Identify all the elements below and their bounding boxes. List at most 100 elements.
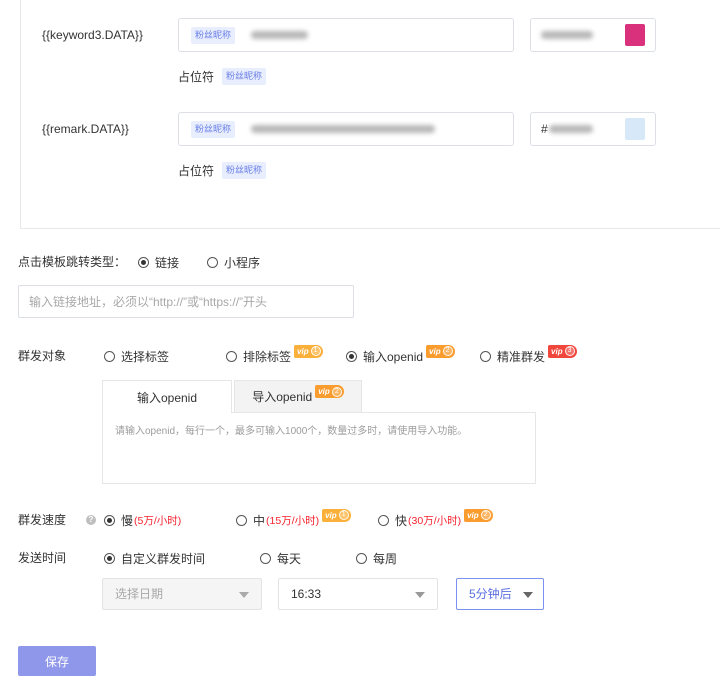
- radio-label: 每周: [373, 551, 398, 566]
- blurred-text: [251, 125, 436, 133]
- radio-speed-slow[interactable]: 慢 (5万/小时): [104, 512, 181, 528]
- fan-nickname-tag[interactable]: 粉丝昵称: [191, 26, 236, 44]
- radio-custom-time[interactable]: 自定义群发时间: [104, 550, 205, 566]
- radio-dot[interactable]: [378, 514, 389, 526]
- caret-down-icon: [239, 592, 249, 598]
- tab-label: 导入openid: [252, 390, 313, 404]
- vip-badge: vip 3: [548, 344, 577, 358]
- vip-badge: vip 1: [294, 344, 323, 358]
- radio-label: 小程序: [224, 255, 261, 270]
- date-select[interactable]: 选择日期: [102, 578, 262, 610]
- blurred-text: [548, 125, 593, 133]
- color-swatch[interactable]: [625, 24, 645, 46]
- radio-label: 中: [253, 513, 266, 528]
- jump-type-label: 点击模板跳转类型：: [18, 255, 127, 269]
- radio-dot[interactable]: [104, 514, 115, 526]
- link-url-input[interactable]: [18, 285, 354, 318]
- radio-exclude-tags[interactable]: 排除标签 vip 1: [226, 344, 323, 364]
- vip-badge-label: vip: [551, 346, 563, 356]
- color-swatch[interactable]: [625, 118, 645, 140]
- radio-label: 精准群发: [497, 349, 546, 364]
- radio-label: 排除标签: [243, 349, 292, 364]
- vip-badge-label: vip: [429, 346, 441, 356]
- radio-dot[interactable]: [104, 552, 115, 564]
- radio-dot[interactable]: [480, 350, 491, 362]
- radio-dot[interactable]: [236, 514, 247, 526]
- radio-label: 链接: [155, 255, 180, 270]
- placeholder-row: 占位符 粉丝昵称: [178, 68, 267, 85]
- radio-speed-medium[interactable]: 中 (15万/小时) vip 1: [236, 508, 351, 528]
- placeholder-tag-fan-nickname[interactable]: 粉丝昵称: [222, 162, 267, 179]
- time-select[interactable]: 16:33: [278, 578, 438, 610]
- template-field-remark: {{remark.DATA}} 粉丝昵称 # 占位符 粉丝昵称: [21, 112, 720, 184]
- vip-badge-label: vip: [325, 510, 337, 520]
- tab-import-openid[interactable]: 导入openid vip 2: [234, 380, 362, 412]
- radio-label: 选择标签: [121, 349, 170, 364]
- radio-label: 自定义群发时间: [121, 551, 206, 566]
- vip-badge-level: 1: [338, 510, 349, 520]
- radio-label: 快: [395, 513, 408, 528]
- delay-select[interactable]: 5分钟后: [456, 578, 544, 610]
- radio-dot[interactable]: [346, 350, 357, 362]
- radio-input-openid[interactable]: 输入openid vip 2: [346, 344, 455, 364]
- placeholder-label: 占位符: [178, 70, 215, 84]
- radio-dot[interactable]: [356, 552, 367, 564]
- placeholder-label: 占位符: [178, 164, 215, 178]
- field-label: {{remark.DATA}}: [42, 122, 129, 136]
- vip-badge-level: 2: [331, 386, 342, 397]
- radio-label: 每天: [277, 551, 302, 566]
- color-prefix: #: [541, 122, 548, 136]
- vip-badge: vip 1: [322, 508, 351, 522]
- radio-dot[interactable]: [138, 256, 149, 268]
- send-time-label: 发送时间: [18, 551, 67, 565]
- blurred-text: [251, 31, 309, 39]
- tab-input-openid[interactable]: 输入openid: [102, 380, 232, 413]
- radio-label: 慢: [121, 513, 134, 528]
- radio-dot[interactable]: [104, 350, 115, 362]
- vip-badge-level: 1: [310, 346, 321, 356]
- tab-label: 输入openid: [136, 390, 198, 405]
- blurred-text: [541, 31, 593, 39]
- question-circle-icon[interactable]: [86, 515, 96, 525]
- radio-speed-fast[interactable]: 快 (30万/小时) vip 2: [378, 508, 493, 528]
- vip-badge-level: 2: [442, 346, 453, 356]
- caret-down-icon: [523, 592, 533, 598]
- template-fields-panel: {{keyword3.DATA}} 粉丝昵称 占位符 粉丝昵称 {{remark…: [20, 0, 720, 229]
- vip-badge: vip 2: [464, 508, 493, 522]
- field-color-input[interactable]: #: [530, 112, 656, 146]
- radio-label: 输入openid: [363, 349, 424, 364]
- radio-daily[interactable]: 每天: [260, 550, 301, 566]
- radio-dot[interactable]: [207, 256, 218, 268]
- field-value-input[interactable]: 粉丝昵称: [178, 18, 514, 52]
- vip-badge: vip 2: [426, 344, 455, 358]
- time-select-value: 16:33: [291, 587, 322, 601]
- vip-badge-level: 2: [480, 510, 491, 520]
- template-field-keyword3: {{keyword3.DATA}} 粉丝昵称 占位符 粉丝昵称: [21, 18, 720, 90]
- save-button[interactable]: 保存: [18, 646, 96, 676]
- vip-badge-level: 3: [564, 346, 575, 356]
- speed-rate: (30万/小时): [408, 514, 462, 527]
- radio-weekly[interactable]: 每周: [356, 550, 397, 566]
- caret-down-icon: [415, 592, 425, 598]
- field-color-input[interactable]: [530, 18, 656, 52]
- speed-label: 群发速度: [18, 513, 67, 527]
- date-select-placeholder: 选择日期: [115, 587, 164, 601]
- audience-label: 群发对象: [18, 349, 67, 363]
- field-label: {{keyword3.DATA}}: [42, 28, 143, 42]
- speed-rate: (5万/小时): [134, 514, 182, 527]
- vip-badge-label: vip: [318, 387, 330, 396]
- radio-dot[interactable]: [260, 552, 271, 564]
- vip-badge-label: vip: [297, 346, 309, 356]
- openid-textarea[interactable]: [102, 412, 536, 484]
- delay-select-value: 5分钟后: [469, 587, 512, 601]
- vip-badge-label: vip: [467, 510, 479, 520]
- radio-mini-program[interactable]: 小程序: [207, 254, 260, 270]
- field-value-input[interactable]: 粉丝昵称: [178, 112, 514, 146]
- radio-select-tags[interactable]: 选择标签: [104, 348, 169, 364]
- placeholder-tag-fan-nickname[interactable]: 粉丝昵称: [222, 68, 267, 85]
- radio-dot[interactable]: [226, 350, 237, 362]
- speed-rate: (15万/小时): [266, 514, 320, 527]
- fan-nickname-tag[interactable]: 粉丝昵称: [191, 120, 236, 138]
- radio-link[interactable]: 链接: [138, 254, 179, 270]
- radio-precise-send[interactable]: 精准群发 vip 3: [480, 344, 577, 364]
